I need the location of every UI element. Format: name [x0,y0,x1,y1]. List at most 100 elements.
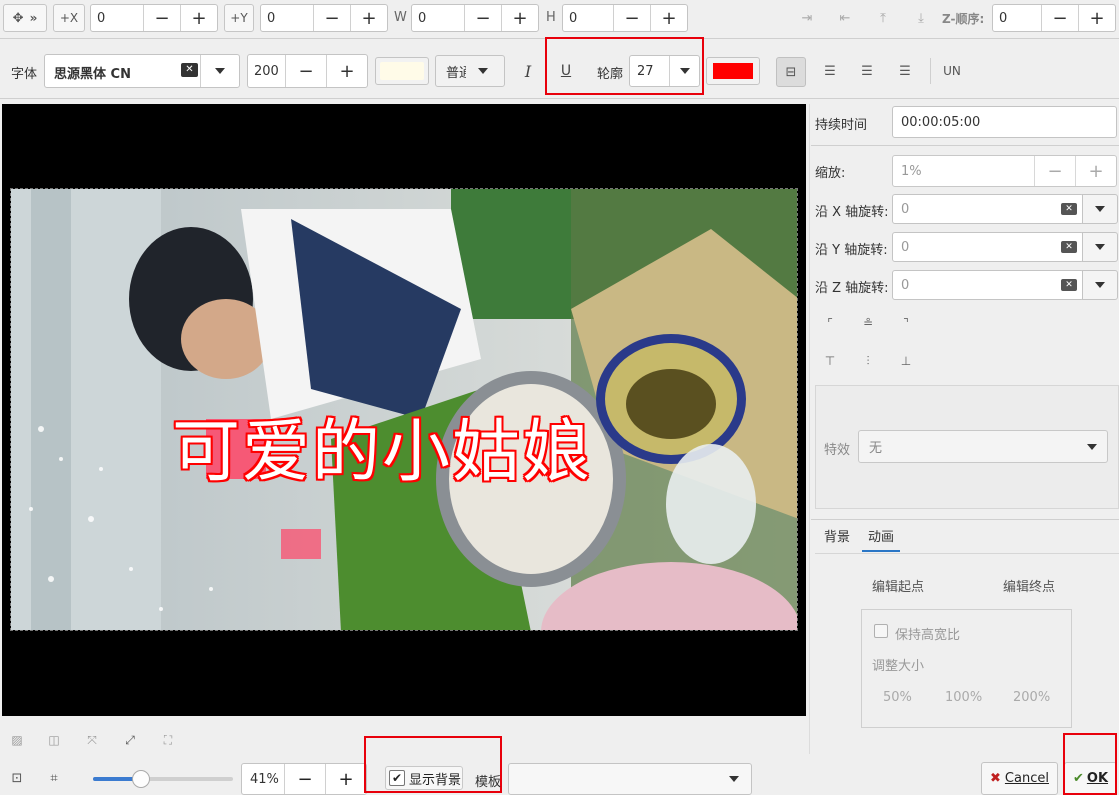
edit-end-label[interactable]: 编辑终点 [1003,576,1055,595]
zorder-value[interactable]: 0 [993,5,1041,31]
font-weight-combobox[interactable]: 普通 [435,55,505,87]
raise-layer-icon[interactable]: ⇥ [796,8,818,28]
rot-x-field[interactable]: 0 ✕ [892,194,1084,224]
font-value[interactable]: 思源黑体 CN [54,63,131,82]
h-decrement-button[interactable]: − [613,5,650,31]
font-size-value[interactable]: 200 [248,55,285,87]
zorder-increment-button[interactable]: + [1078,5,1115,31]
y-increment-button[interactable]: + [350,5,387,31]
effect-combobox[interactable]: 无 [858,430,1108,463]
scale-increment-button[interactable]: + [1075,156,1116,186]
rot-z-field[interactable]: 0 ✕ [892,270,1084,300]
active-tab-indicator [862,550,900,552]
align-top-button[interactable]: ⊟ [776,57,806,87]
keep-ratio-checkbox[interactable] [874,624,888,638]
rot-x-dropdown[interactable] [1082,194,1118,224]
align-right-top-icon[interactable]: ⌝ [896,314,916,332]
template-combobox[interactable] [508,763,752,795]
rot-y-dropdown[interactable] [1082,232,1118,262]
size-decrement-button[interactable]: − [285,55,326,87]
w-decrement-button[interactable]: − [464,5,501,31]
align-bottom-edge-icon[interactable]: ⊥ [896,352,916,370]
scale-spinbox[interactable]: 1% − + [892,155,1117,187]
clear-icon[interactable]: ✕ [1061,241,1077,253]
tab-background[interactable]: 背景 [824,526,850,545]
y-spinbox[interactable]: 0 − + [260,4,388,32]
font-combobox[interactable]: 思源黑体 CN ✕ [44,54,240,88]
title-text[interactable]: 可爱的小姑娘 [172,408,592,498]
size-100-button[interactable]: 100% [945,690,982,705]
effect-value[interactable]: 无 [869,437,1087,456]
tab-animation[interactable]: 动画 [868,526,894,545]
align-left-top-icon[interactable]: ⌜ [820,314,840,332]
align-left-icon[interactable]: ☰ [820,61,840,81]
zorder-spinbox[interactable]: 0 − + [992,4,1116,32]
clear-icon[interactable]: ✕ [181,63,198,77]
crop-icon[interactable]: ⛶ [159,731,177,749]
outline-color-button[interactable] [706,57,760,85]
zoom-slider-handle[interactable] [132,770,151,788]
clear-icon[interactable]: ✕ [1061,279,1077,291]
highlight-box [1063,733,1117,795]
h-spinbox[interactable]: 0 − + [562,4,688,32]
zoom-increment-button[interactable]: + [325,764,366,794]
lower-layer-icon[interactable]: ⇤ [834,8,856,28]
rot-z-value[interactable]: 0 [901,278,1061,293]
edit-start-label[interactable]: 编辑起点 [872,576,924,595]
align-right-icon[interactable]: ☰ [895,61,915,81]
x-spinbox[interactable]: 0 − + [90,4,218,32]
font-size-spinbox[interactable]: 200 − + [247,54,368,88]
scale-decrement-button[interactable]: − [1034,156,1075,186]
expand-icon[interactable]: ⤢ [121,731,139,749]
text-color-button[interactable] [375,57,429,85]
scale-value[interactable]: 1% [893,156,1034,186]
size-200-button[interactable]: 200% [1013,690,1050,705]
send-bottom-icon[interactable]: ⤓ [910,8,932,28]
image-icon[interactable]: ▨ [8,731,26,749]
plus-x-button[interactable]: +X [53,4,85,32]
zoom-decrement-button[interactable]: − [284,764,325,794]
rot-z-dropdown[interactable] [1082,270,1118,300]
w-increment-button[interactable]: + [501,5,538,31]
duration-field[interactable]: 00:00:05:00 [892,106,1117,138]
shrink-icon[interactable]: ⤧ [83,731,101,749]
bring-top-icon[interactable]: ⤒ [872,8,894,28]
rot-y-field[interactable]: 0 ✕ [892,232,1084,262]
rot-x-value[interactable]: 0 [901,202,1061,217]
zoom-actual-icon[interactable]: ⌗ [45,769,63,787]
zorder-decrement-button[interactable]: − [1041,5,1078,31]
move-tool-button[interactable]: ✥ » [3,4,47,32]
font-dropdown-button[interactable] [200,55,239,87]
clear-icon[interactable]: ✕ [1061,203,1077,215]
x-value[interactable]: 0 [91,5,143,31]
w-value[interactable]: 0 [412,5,464,31]
align-vcenter-icon[interactable]: ⫶ [858,352,878,370]
font-weight-value[interactable]: 普通 [446,62,466,81]
y-value[interactable]: 0 [261,5,313,31]
size-50-button[interactable]: 50% [883,690,912,705]
italic-button[interactable]: I [516,60,540,82]
align-top-edge-icon[interactable]: ⊤ [820,352,840,370]
h-increment-button[interactable]: + [650,5,687,31]
h-value[interactable]: 0 [563,5,613,31]
zoom-fit-icon[interactable]: ⊡ [8,769,26,787]
align-center-icon[interactable]: ☰ [857,61,877,81]
rot-y-value[interactable]: 0 [901,240,1061,255]
rot-z-label: 沿 Z 轴旋转: [815,281,889,296]
zoom-slider[interactable] [93,770,233,788]
x-increment-button[interactable]: + [180,5,217,31]
zoom-spinbox[interactable]: 41% − + [241,763,367,795]
size-increment-button[interactable]: + [326,55,367,87]
split-icon[interactable]: ◫ [45,731,63,749]
more-icon: » [29,11,38,25]
x-decrement-button[interactable]: − [143,5,180,31]
align-hcenter-icon[interactable]: ≗ [858,314,878,332]
un-button[interactable]: UN [941,61,963,81]
preview-canvas[interactable]: 可爱的小姑娘 [2,104,806,716]
w-spinbox[interactable]: 0 − + [411,4,539,32]
section-divider [811,519,1119,520]
plus-y-button[interactable]: +Y [224,4,254,32]
y-decrement-button[interactable]: − [313,5,350,31]
cancel-button[interactable]: ✖ Cancel [981,762,1058,795]
zoom-value[interactable]: 41% [242,764,284,794]
